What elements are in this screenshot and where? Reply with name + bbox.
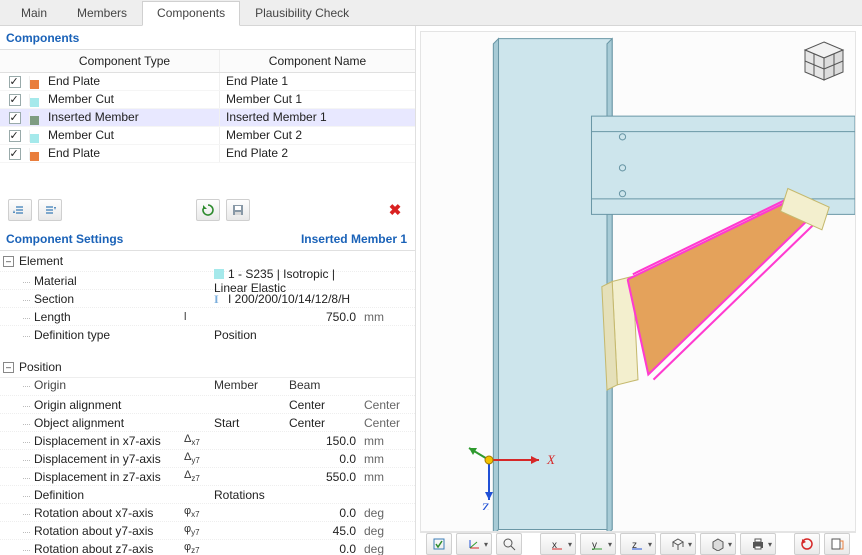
iso-view-button[interactable] <box>660 533 696 555</box>
checkbox-icon[interactable] <box>9 94 21 106</box>
delete-button[interactable]: ✖ <box>383 199 407 221</box>
section-icon: I <box>214 292 224 302</box>
view-y-button[interactable]: y <box>580 533 616 555</box>
tab-bar: Main Members Components Plausibility Che… <box>0 0 862 26</box>
component-row[interactable]: Member Cut Member Cut 1 <box>0 91 415 109</box>
reset-transform-button[interactable] <box>794 533 820 555</box>
checkbox-icon[interactable] <box>9 76 21 88</box>
view-cube[interactable] <box>801 38 847 84</box>
detach-view-button[interactable] <box>824 533 850 555</box>
component-row[interactable]: Member Cut Member Cut 2 <box>0 127 415 145</box>
move-down-button[interactable] <box>38 199 62 221</box>
shade-mode-button[interactable] <box>700 533 736 555</box>
print-button[interactable] <box>740 533 776 555</box>
viewport-toolbar: x y z <box>420 532 856 555</box>
axis-x-label: X <box>546 452 556 467</box>
collapse-icon[interactable]: – <box>3 256 14 267</box>
axis-z-label: Z <box>481 500 489 510</box>
checkbox-icon[interactable] <box>9 148 21 160</box>
checkbox-icon[interactable] <box>9 130 21 142</box>
3d-viewport[interactable]: X Z <box>420 31 856 532</box>
zoom-extents-button[interactable] <box>496 533 522 555</box>
components-title: Components <box>0 26 415 50</box>
tab-plausibility[interactable]: Plausibility Check <box>240 1 364 25</box>
toggle-selection-button[interactable] <box>426 533 452 555</box>
component-toolbar: ✖ <box>0 193 415 227</box>
axes-triad: X Z <box>459 420 569 513</box>
component-row[interactable]: End Plate End Plate 1 <box>0 73 415 91</box>
x-icon: ✖ <box>389 201 402 219</box>
tab-main[interactable]: Main <box>6 1 62 25</box>
move-up-button[interactable] <box>8 199 32 221</box>
settings-title: Component Settings Inserted Member 1 <box>0 227 415 251</box>
view-z-button[interactable]: z <box>620 533 656 555</box>
tab-members[interactable]: Members <box>62 1 142 25</box>
reload-button[interactable] <box>196 199 220 221</box>
save-button[interactable] <box>226 199 250 221</box>
group-position[interactable]: – Position <box>0 357 415 377</box>
tab-components[interactable]: Components <box>142 1 240 26</box>
components-header: Component Type Component Name <box>0 50 415 73</box>
view-x-button[interactable]: x <box>540 533 576 555</box>
collapse-icon[interactable]: – <box>3 362 14 373</box>
checkbox-icon[interactable] <box>9 112 21 124</box>
material-swatch-icon <box>214 269 224 279</box>
component-row-selected[interactable]: Inserted Member Inserted Member 1 <box>0 109 415 127</box>
component-row[interactable]: End Plate End Plate 2 <box>0 145 415 163</box>
axes-toggle-button[interactable] <box>456 533 492 555</box>
